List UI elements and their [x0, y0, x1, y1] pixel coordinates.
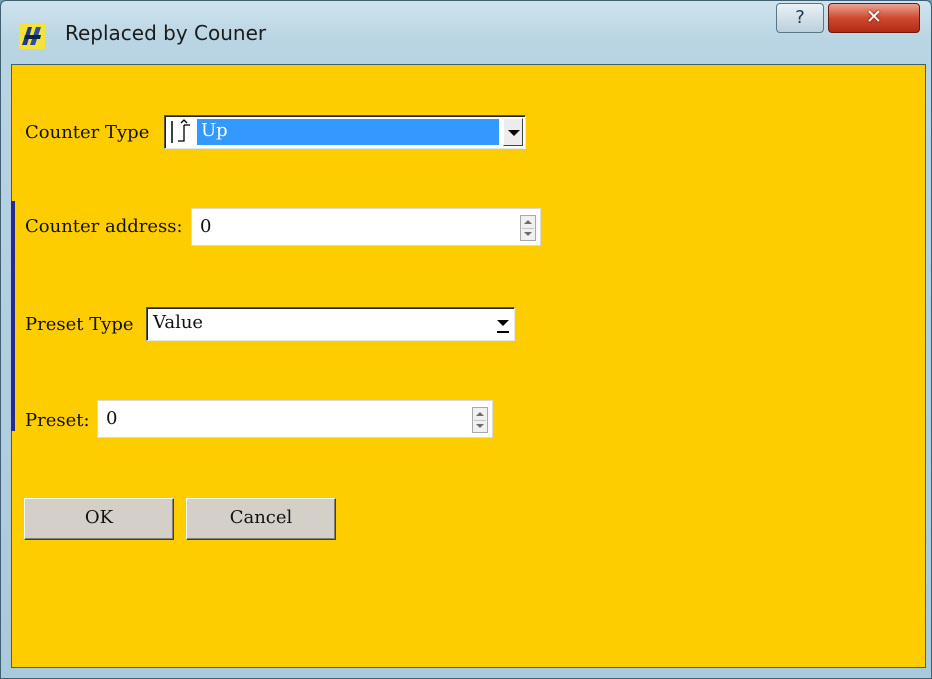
chevron-down-icon — [497, 320, 509, 326]
up-counter-icon — [170, 119, 196, 149]
left-edge-bar — [11, 201, 15, 431]
dialog-window: Replaced by Couner ? ✕ Counter Type Up C… — [0, 0, 932, 679]
ok-button[interactable]: OK — [24, 498, 174, 540]
counter-address-spinner[interactable] — [520, 215, 536, 241]
counter-address-value: 0 — [200, 216, 212, 237]
spin-down-icon — [524, 232, 532, 236]
preset-type-dropdown-button[interactable] — [492, 310, 512, 338]
preset-type-label: Preset Type — [25, 314, 134, 335]
counter-type-dropdown-button[interactable] — [503, 118, 523, 146]
spin-up-icon — [476, 412, 484, 416]
cancel-button[interactable]: Cancel — [186, 498, 336, 540]
counter-type-value: Up — [201, 120, 228, 141]
close-button[interactable]: ✕ — [828, 3, 920, 33]
title-bar[interactable]: Replaced by Couner ? ✕ — [1, 1, 931, 63]
counter-address-field[interactable]: 0 — [191, 208, 541, 246]
spin-up-icon — [524, 220, 532, 224]
preset-field[interactable]: 0 — [97, 400, 493, 438]
preset-label: Preset: — [25, 410, 90, 431]
counter-type-label: Counter Type — [25, 122, 150, 143]
counter-address-label: Counter address: — [25, 216, 183, 237]
counter-type-select[interactable]: Up — [164, 115, 526, 149]
preset-type-select[interactable]: Value — [146, 307, 515, 341]
window-title: Replaced by Couner — [65, 21, 267, 45]
chevron-down-icon — [508, 130, 520, 136]
dialog-client-area — [11, 64, 926, 668]
spin-down-icon — [476, 424, 484, 428]
help-button[interactable]: ? — [776, 3, 824, 33]
preset-value: 0 — [106, 408, 118, 429]
app-icon — [19, 23, 45, 49]
selection-highlight — [197, 119, 499, 145]
preset-spinner[interactable] — [472, 407, 488, 433]
preset-type-value: Value — [153, 312, 204, 333]
